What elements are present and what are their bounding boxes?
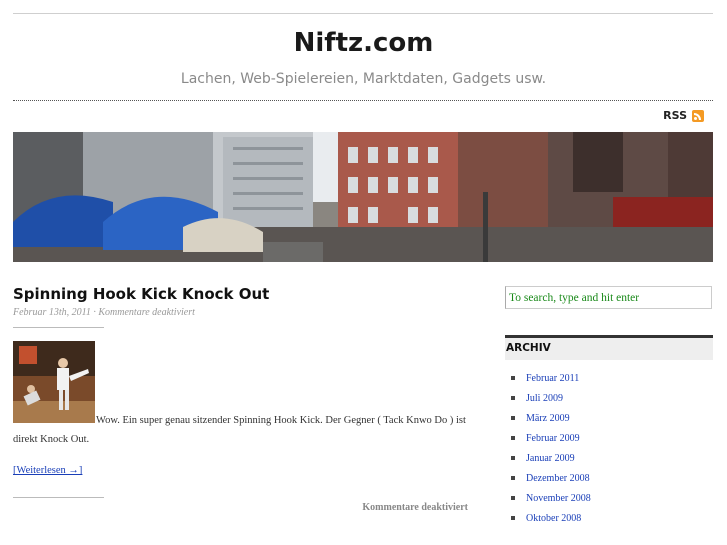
site-title[interactable]: Niftz.com [0, 28, 727, 58]
post-excerpt: Wow. Ein super genau sitzender Spinning … [13, 415, 466, 445]
bullet-icon [511, 496, 515, 500]
archive-item: März 2009 [505, 408, 713, 428]
archive-item: Februar 2011 [505, 368, 713, 388]
archive-link-oktober-2008[interactable]: Oktober 2008 [526, 513, 581, 524]
site-tagline: Lachen, Web-Spielereien, Marktdaten, Gad… [180, 71, 547, 87]
read-more-link[interactable]: [Weiterlesen →] [13, 465, 82, 476]
archive-item: Dezember 2008 [505, 468, 713, 488]
post-title-link[interactable]: Spinning Hook Kick Knock Out [13, 285, 269, 303]
top-divider [13, 13, 713, 14]
bullet-icon [511, 516, 515, 520]
archive-link-november-2008[interactable]: November 2008 [526, 493, 591, 504]
street-scene-illustration [13, 132, 713, 262]
comments-disabled-label: Kommentare deaktiviert [362, 502, 468, 513]
bullet-icon [511, 396, 515, 400]
archive-link-maerz-2009[interactable]: März 2009 [526, 413, 570, 424]
header-banner-image [13, 132, 713, 262]
archive-link-februar-2009[interactable]: Februar 2009 [526, 433, 580, 444]
archive-item: November 2008 [505, 488, 713, 508]
archive-link-juli-2009[interactable]: Juli 2009 [526, 393, 563, 404]
bullet-icon [511, 476, 515, 480]
bullet-icon [511, 416, 515, 420]
bullet-icon [511, 456, 515, 460]
archive-list: Februar 2011 Juli 2009 März 2009 Februar… [505, 368, 713, 528]
bullet-icon [511, 436, 515, 440]
archive-link-januar-2009[interactable]: Januar 2009 [526, 453, 575, 464]
archive-link-februar-2011[interactable]: Februar 2011 [526, 373, 579, 384]
rss-label: RSS [663, 109, 687, 122]
archive-item: Februar 2009 [505, 428, 713, 448]
header-divider [13, 100, 713, 101]
rss-link[interactable]: RSS [663, 109, 704, 122]
post-meta: Februar 13th, 2011 · Kommentare deaktivi… [13, 307, 195, 318]
archive-item: Januar 2009 [505, 448, 713, 468]
bullet-icon [511, 376, 515, 380]
archive-widget: ARCHIV Februar 2011 Juli 2009 März 2009 … [505, 335, 713, 528]
archive-item: Juli 2009 [505, 388, 713, 408]
post-meta-divider [13, 327, 104, 328]
search-input[interactable] [505, 286, 712, 309]
archive-heading: ARCHIV [505, 335, 713, 360]
archive-link-dezember-2008[interactable]: Dezember 2008 [526, 473, 590, 484]
archive-item: Oktober 2008 [505, 508, 713, 528]
rss-feed-icon [692, 109, 704, 122]
post-footer-divider [13, 497, 104, 498]
